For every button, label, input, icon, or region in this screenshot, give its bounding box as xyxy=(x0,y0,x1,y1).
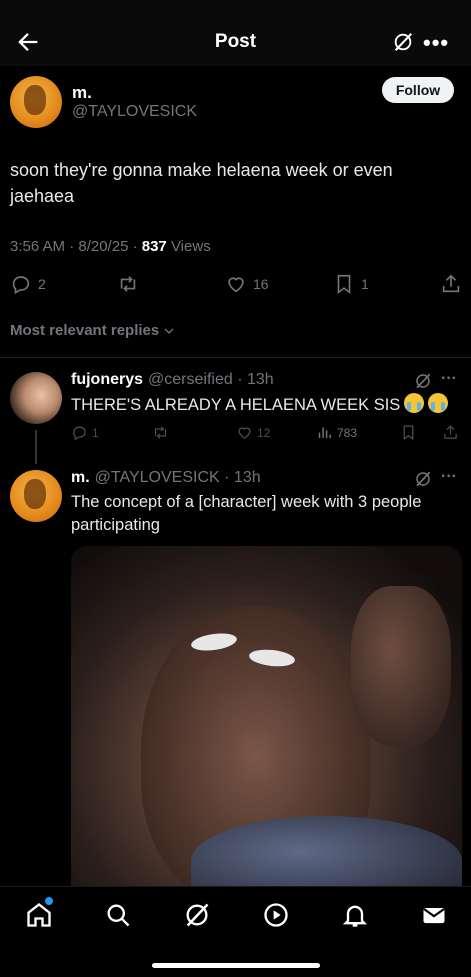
more-options-icon[interactable]: ··· xyxy=(441,370,457,388)
home-indicator[interactable] xyxy=(152,963,320,968)
reply-count: 2 xyxy=(38,276,46,292)
follow-button[interactable]: Follow xyxy=(382,77,454,103)
grok-icon[interactable] xyxy=(392,31,414,53)
reply-header: m. @TAYLOVESICK · 13h xyxy=(71,469,261,487)
author-handle[interactable]: @TAYLOVESICK xyxy=(72,103,197,121)
crying-emoji-icon xyxy=(404,393,425,413)
repost-button[interactable] xyxy=(152,424,169,441)
share-icon xyxy=(444,425,457,439)
share-button[interactable] xyxy=(440,273,462,295)
top-bar: Post ••• xyxy=(0,0,471,66)
bookmark-button[interactable] xyxy=(400,424,417,441)
reply-actions: 1 12 783 xyxy=(0,424,471,442)
share-icon xyxy=(442,274,460,293)
post-text: soon they're gonna make helaena week or … xyxy=(10,160,393,206)
more-options-icon[interactable]: ••• xyxy=(423,30,449,56)
heart-icon xyxy=(228,277,244,293)
reply-author-name[interactable]: fujonerys xyxy=(71,371,143,388)
home-icon[interactable] xyxy=(25,901,53,929)
mail-icon[interactable] xyxy=(420,901,448,929)
reply-text: THERE'S ALREADY A HELAENA WEEK SIS xyxy=(71,393,461,417)
like-button[interactable]: 16 xyxy=(225,273,269,295)
repost-button[interactable] xyxy=(117,273,139,295)
repost-icon xyxy=(120,276,136,292)
views-label: Views xyxy=(166,238,211,255)
views-button[interactable]: 783 xyxy=(316,424,357,441)
divider xyxy=(0,357,471,358)
reply-icon xyxy=(12,276,30,295)
reply-body: THERE'S ALREADY A HELAENA WEEK SIS xyxy=(71,396,401,414)
play-icon[interactable] xyxy=(262,901,290,929)
post-meta: 3:56 AM · 8/20/25 · 837 Views xyxy=(10,238,211,255)
bookmark-icon xyxy=(403,425,414,441)
reply-button[interactable]: 2 xyxy=(10,273,46,295)
grok-icon[interactable] xyxy=(414,470,432,488)
reply-avatar[interactable] xyxy=(10,372,62,424)
reply-text: The concept of a [character] week with 3… xyxy=(71,493,422,534)
media-hand xyxy=(351,586,451,746)
post-actions: 2 16 1 xyxy=(0,273,471,299)
analytics-icon xyxy=(318,427,331,439)
replies-filter-label: Most relevant replies xyxy=(10,322,160,339)
bell-icon[interactable] xyxy=(341,901,369,929)
like-count: 16 xyxy=(253,276,269,292)
reply-icon xyxy=(73,426,86,441)
grok-icon[interactable] xyxy=(414,372,432,390)
author-name[interactable]: m. xyxy=(72,83,92,103)
search-icon[interactable] xyxy=(104,901,132,929)
author-avatar[interactable] xyxy=(10,76,62,128)
reply-time: · 13h xyxy=(224,469,261,486)
view-count: 837 xyxy=(141,238,167,255)
reply-media-image[interactable] xyxy=(71,546,462,891)
share-button[interactable] xyxy=(442,424,459,441)
chevron-down-icon xyxy=(164,328,174,334)
reply-avatar[interactable] xyxy=(10,470,62,522)
reply-button[interactable]: 1 xyxy=(71,424,99,441)
view-count: 783 xyxy=(337,425,358,440)
crying-emoji-icon xyxy=(428,393,449,413)
repost-icon xyxy=(154,426,167,439)
post-timestamp: 3:56 AM · 8/20/25 · xyxy=(10,238,142,255)
bookmark-button[interactable]: 1 xyxy=(333,273,369,295)
like-count: 12 xyxy=(257,425,271,440)
reply-count: 1 xyxy=(92,425,99,440)
reply-author-handle[interactable]: @cerseified xyxy=(148,371,233,388)
notification-dot xyxy=(45,897,53,905)
replies-filter-dropdown[interactable]: Most relevant replies xyxy=(10,322,175,339)
reply-time: · 13h xyxy=(237,371,274,388)
grok-icon[interactable] xyxy=(183,901,211,929)
reply-header: fujonerys @cerseified · 13h xyxy=(71,371,274,389)
bookmark-count: 1 xyxy=(361,276,369,292)
reply-author-handle[interactable]: @TAYLOVESICK xyxy=(95,469,220,486)
like-button[interactable]: 12 xyxy=(236,424,270,441)
more-options-icon[interactable]: ··· xyxy=(441,468,457,486)
reply-author-name[interactable]: m. xyxy=(71,469,90,486)
heart-icon xyxy=(238,427,251,439)
bookmark-icon xyxy=(337,274,351,294)
